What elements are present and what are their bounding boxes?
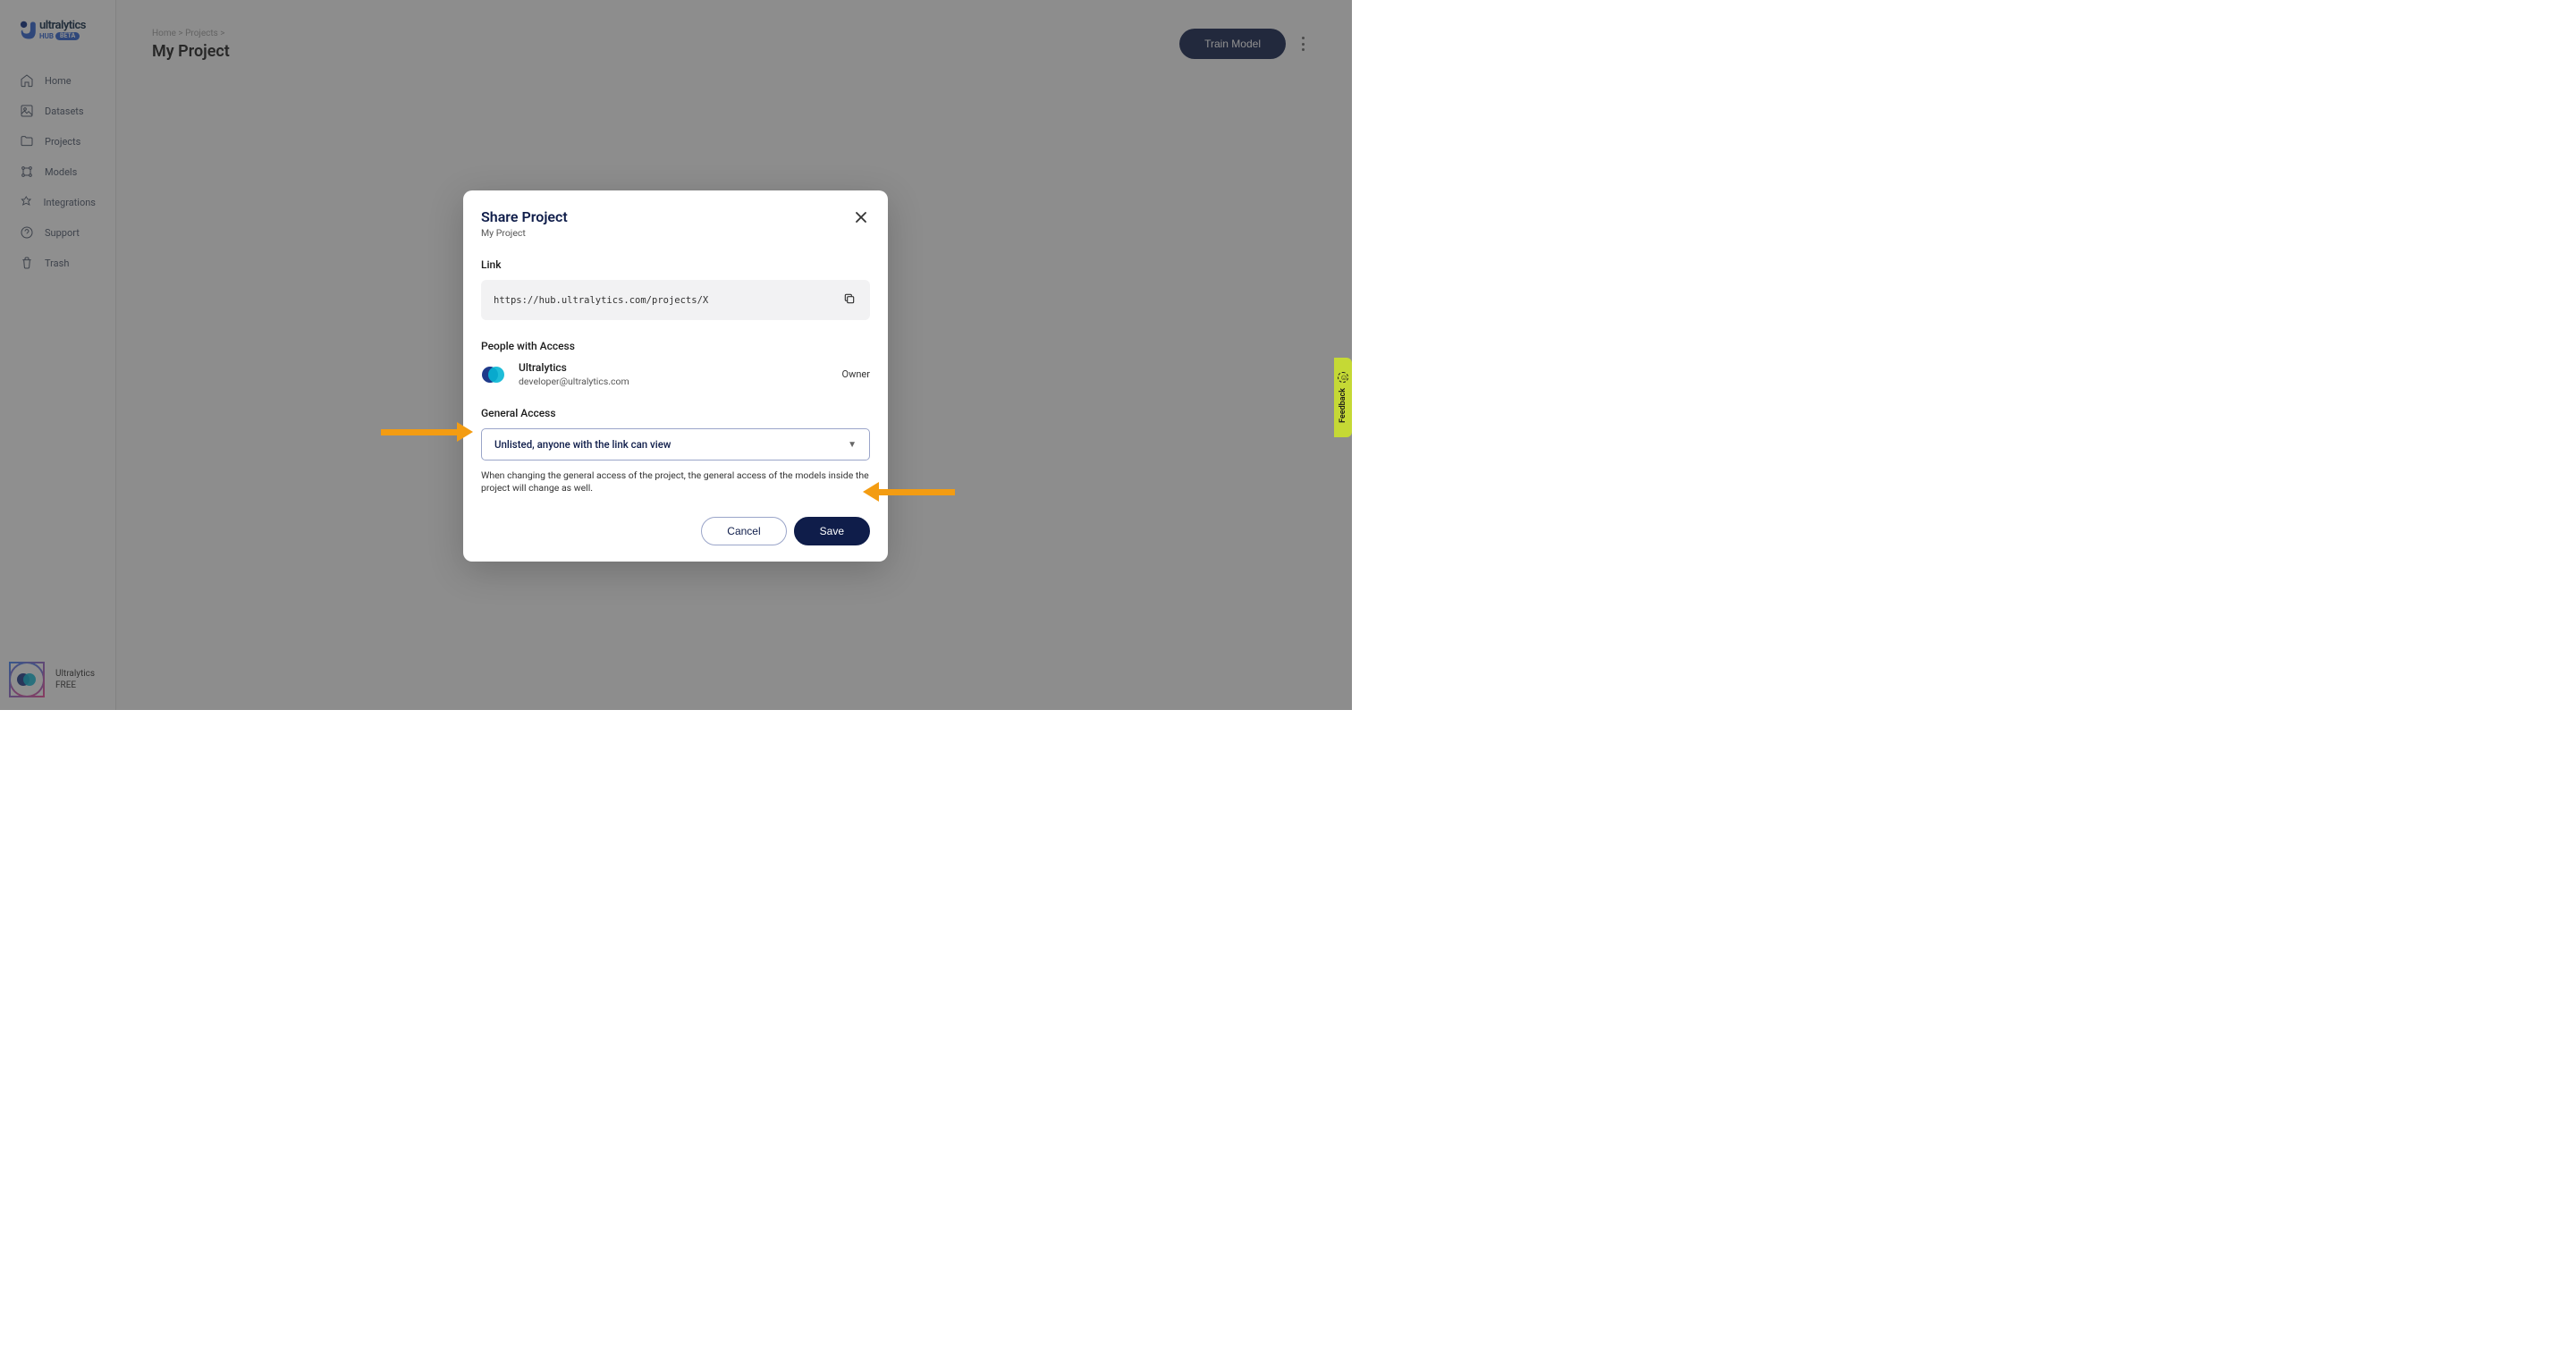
dropdown-selected: Unlisted, anyone with the link can view [494,438,671,451]
cancel-button[interactable]: Cancel [701,517,786,545]
link-field: https://hub.ultralytics.com/projects/X [481,280,870,320]
feedback-icon: ☺ [1338,372,1348,383]
save-button[interactable]: Save [794,517,870,545]
link-value: https://hub.ultralytics.com/projects/X [494,295,708,306]
general-access-dropdown[interactable]: Unlisted, anyone with the link can view … [481,428,870,461]
general-access-label: General Access [481,407,870,419]
link-section-label: Link [481,258,870,271]
person-email: developer@ultralytics.com [519,376,830,387]
annotation-arrow-left [381,422,473,442]
close-button[interactable] [852,208,870,230]
feedback-tab[interactable]: Feedback ☺ [1334,358,1352,437]
close-icon [856,212,866,223]
feedback-label: Feedback [1339,388,1347,423]
copy-button[interactable] [841,291,857,309]
person-avatar [481,362,506,387]
annotation-arrow-right [863,482,955,502]
help-text: When changing the general access of the … [481,469,870,494]
person-name: Ultralytics [519,361,830,374]
person-row: Ultralytics developer@ultralytics.com Ow… [481,361,870,387]
person-avatar-icon [481,362,506,387]
modal-title: Share Project [481,208,568,225]
people-section-label: People with Access [481,340,870,352]
person-role: Owner [842,368,870,380]
chevron-down-icon: ▼ [848,440,857,450]
copy-icon [843,292,856,305]
share-project-modal: Share Project My Project Link https://hu… [463,190,888,562]
modal-subtitle: My Project [481,227,568,239]
